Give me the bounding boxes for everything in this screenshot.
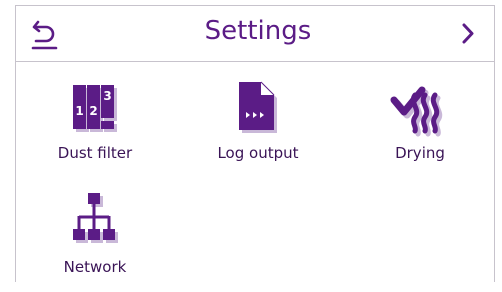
dust-filter-stages-icon: 1 2 3 <box>73 85 117 132</box>
tile-label-log-output: Log output <box>217 144 299 162</box>
header-divider <box>16 61 494 62</box>
drying-heat-waves-icon <box>390 86 443 137</box>
tile-drying[interactable]: Drying <box>355 78 485 178</box>
tile-network[interactable]: Network <box>30 192 160 292</box>
page-title: Settings <box>204 16 312 46</box>
tile-log-output[interactable]: Log output <box>193 78 323 178</box>
stage-number-2: 2 <box>89 104 97 118</box>
chevron-right-icon <box>462 23 474 44</box>
back-button[interactable] <box>26 14 66 54</box>
tile-dust-filter[interactable]: 1 2 3 Dust filter <box>30 78 160 178</box>
tile-label-network: Network <box>63 258 127 276</box>
stage-number-3: 3 <box>103 89 111 103</box>
log-output-document-icon <box>239 81 277 133</box>
stage-number-1: 1 <box>75 104 83 118</box>
next-button[interactable] <box>448 14 488 54</box>
settings-screen: Settings 1 2 3 Dust filter Log output Dr… <box>0 0 502 282</box>
frame-right-border <box>494 5 495 282</box>
tile-label-dust-filter: Dust filter <box>57 144 133 162</box>
network-tree-icon <box>73 193 118 243</box>
return-arrow-icon <box>31 20 58 50</box>
tile-label-drying: Drying <box>395 144 445 162</box>
